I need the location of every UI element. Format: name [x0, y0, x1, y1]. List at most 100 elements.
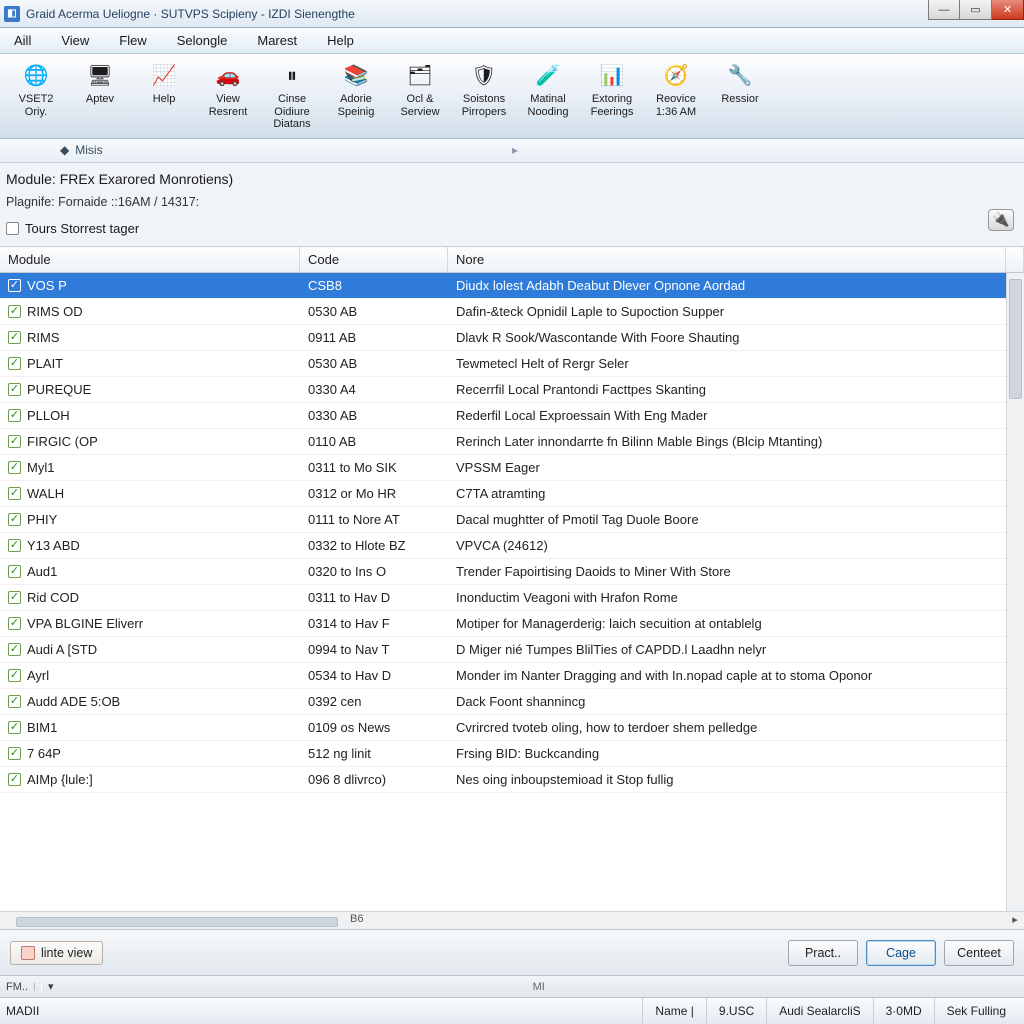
pract-button[interactable]: Pract..: [788, 940, 858, 966]
row-note: Rerinch Later innondarrte fn Bilinn Mabl…: [448, 434, 1006, 449]
table-row[interactable]: ✓WALH0312 or Mo HRC7TA atramting: [0, 481, 1006, 507]
module-table: Module Code Nore ✓VOS PCSB8Diudx lolest …: [0, 247, 1024, 930]
hscroll-track[interactable]: [16, 914, 1008, 928]
ribbon-reovice[interactable]: 🧭Reovice1:36 AM: [646, 60, 706, 134]
ribbon-matinal[interactable]: 🧪MatinalNooding: [518, 60, 578, 134]
horizontal-scrollbar[interactable]: B6 ▸: [0, 911, 1024, 929]
row-code: 0534 to Hav D: [300, 668, 448, 683]
table-row[interactable]: ✓BIM10109 os NewsCvrircred tvoteb oling,…: [0, 715, 1006, 741]
ribbon-vset2[interactable]: 🌐VSET2Oriy.: [6, 60, 66, 134]
check-icon[interactable]: ✓: [8, 461, 21, 474]
check-icon[interactable]: ✓: [8, 591, 21, 604]
table-row[interactable]: ✓PHIY0111 to Nore ATDacal mughtter of Pm…: [0, 507, 1006, 533]
row-code: 0330 A4: [300, 382, 448, 397]
ribbon-aptev[interactable]: 🖥Aptev: [70, 60, 130, 134]
table-row[interactable]: ✓AIMp {lule:]096 8 dlivrco)Nes oing inbo…: [0, 767, 1006, 793]
ribbon-cinse[interactable]: ⏸CinseOidiure Diatans: [262, 60, 322, 134]
row-module: Y13 ABD: [27, 538, 80, 553]
check-icon[interactable]: ✓: [8, 565, 21, 578]
slim-status-bar: FM.. ▾ MI: [0, 976, 1024, 998]
maximize-button[interactable]: ▭: [960, 0, 992, 20]
ribbon-ressior[interactable]: 🔧Ressior: [710, 60, 770, 134]
table-row[interactable]: ✓Audd ADE 5:OB0392 cenDack Foont shannin…: [0, 689, 1006, 715]
breadcrumb-label[interactable]: Misis: [75, 143, 102, 157]
row-code: 0314 to Hav F: [300, 616, 448, 631]
check-icon[interactable]: ✓: [8, 305, 21, 318]
check-icon[interactable]: ✓: [8, 669, 21, 682]
slim-left: FM..: [6, 981, 28, 993]
check-icon[interactable]: ✓: [8, 643, 21, 656]
table-row[interactable]: ✓VOS PCSB8Diudx lolest Adabh Deabut Dlev…: [0, 273, 1006, 299]
menu-selongle[interactable]: Selongle: [169, 31, 236, 50]
check-icon[interactable]: ✓: [8, 721, 21, 734]
row-module: Rid COD: [27, 590, 79, 605]
table-row[interactable]: ✓Audi A [STD0994 to Nav TD Miger nié Tum…: [0, 637, 1006, 663]
status-30md: 3·0MD: [873, 998, 934, 1024]
table-row[interactable]: ✓PLLOH0330 ABRederfil Local Exproessain …: [0, 403, 1006, 429]
table-row[interactable]: ✓7 64P512 ng linitFrsing BID: Buckcandin…: [0, 741, 1006, 767]
cage-button[interactable]: Cage: [866, 940, 936, 966]
table-row[interactable]: ✓Aud10320 to Ins OTrender Fapoirtising D…: [0, 559, 1006, 585]
menu-aill[interactable]: Aill: [6, 31, 39, 50]
minimize-button[interactable]: —: [928, 0, 960, 20]
row-code: 0320 to Ins O: [300, 564, 448, 579]
row-module: 7 64P: [27, 746, 61, 761]
row-note: C7TA atramting: [448, 486, 1006, 501]
check-icon[interactable]: ✓: [8, 539, 21, 552]
linte-view-button[interactable]: linte view: [10, 941, 103, 965]
window-buttons: — ▭ ✕: [928, 0, 1024, 20]
table-row[interactable]: ✓Y13 ABD0332 to Hlote BZVPVCA (24612): [0, 533, 1006, 559]
close-button[interactable]: ✕: [992, 0, 1024, 20]
table-row[interactable]: ✓PUREQUE0330 A4Recerrfil Local Prantondi…: [0, 377, 1006, 403]
check-icon[interactable]: ✓: [8, 279, 21, 292]
col-code[interactable]: Code: [300, 247, 448, 272]
ribbon-view-resent[interactable]: 🚗ViewResrent: [198, 60, 258, 134]
ribbon-adobe[interactable]: 📚AdorieSpeinig: [326, 60, 386, 134]
breadcrumb-arrow-icon[interactable]: ▸: [512, 143, 518, 157]
tours-toggle[interactable]: Tours Storrest tager: [6, 221, 1018, 236]
check-icon[interactable]: ✓: [8, 747, 21, 760]
check-icon[interactable]: ✓: [8, 695, 21, 708]
hscroll-right-arrow-icon[interactable]: ▸: [1008, 913, 1022, 926]
row-note: Dack Foont shannincg: [448, 694, 1006, 709]
plug-button[interactable]: 🔌: [988, 209, 1014, 231]
col-note[interactable]: Nore: [448, 247, 1006, 272]
table-row[interactable]: ✓RIMS0911 ABDlavk R Sook/Wascontande Wit…: [0, 325, 1006, 351]
checkbox-icon[interactable]: [6, 222, 19, 235]
context-header: Module: FREx Exarored Monrotiens) Plagni…: [0, 163, 1024, 247]
menu-flew[interactable]: Flew: [111, 31, 154, 50]
check-icon[interactable]: ✓: [8, 773, 21, 786]
row-code: 0111 to Nore AT: [300, 512, 448, 527]
table-row[interactable]: ✓FIRGIC (OP0110 ABRerinch Later innondar…: [0, 429, 1006, 455]
check-icon[interactable]: ✓: [8, 513, 21, 526]
check-icon[interactable]: ✓: [8, 435, 21, 448]
col-module[interactable]: Module: [0, 247, 300, 272]
table-row[interactable]: ✓RIMS OD0530 ABDafin-&teck Opnidil Laple…: [0, 299, 1006, 325]
check-icon[interactable]: ✓: [8, 357, 21, 370]
ribbon-help[interactable]: 📈Help: [134, 60, 194, 134]
table-row[interactable]: ✓Rid COD0311 to Hav DInonductim Veagoni …: [0, 585, 1006, 611]
row-code: 0110 AB: [300, 434, 448, 449]
check-icon[interactable]: ✓: [8, 487, 21, 500]
table-row[interactable]: ✓VPA BLGINE Eliverr0314 to Hav FMotiper …: [0, 611, 1006, 637]
slim-dropdown-icon[interactable]: ▾: [48, 980, 54, 993]
centeet-button[interactable]: Centeet: [944, 940, 1014, 966]
action-bar: linte view Pract.. Cage Centeet: [0, 930, 1024, 976]
menu-view[interactable]: View: [53, 31, 97, 50]
ribbon-ocl[interactable]: 🗂Ocl &Serview: [390, 60, 450, 134]
menu-marest[interactable]: Marest: [249, 31, 305, 50]
vertical-scrollbar[interactable]: [1006, 273, 1024, 911]
scroll-thumb[interactable]: [1009, 279, 1022, 399]
ribbon-soistons[interactable]: 🛡SoistonsPirropers: [454, 60, 514, 134]
check-icon[interactable]: ✓: [8, 409, 21, 422]
check-icon[interactable]: ✓: [8, 617, 21, 630]
row-code: 0311 to Hav D: [300, 590, 448, 605]
table-row[interactable]: ✓PLAIT0530 ABTewmetecl Helt of Rergr Sel…: [0, 351, 1006, 377]
ribbon-extoring[interactable]: 📊ExtoringFeerings: [582, 60, 642, 134]
check-icon[interactable]: ✓: [8, 383, 21, 396]
row-code: CSB8: [300, 278, 448, 293]
table-row[interactable]: ✓Ayrl0534 to Hav DMonder im Nanter Dragg…: [0, 663, 1006, 689]
table-row[interactable]: ✓Myl10311 to Mo SIKVPSSM Eager: [0, 455, 1006, 481]
check-icon[interactable]: ✓: [8, 331, 21, 344]
menu-help[interactable]: Help: [319, 31, 362, 50]
